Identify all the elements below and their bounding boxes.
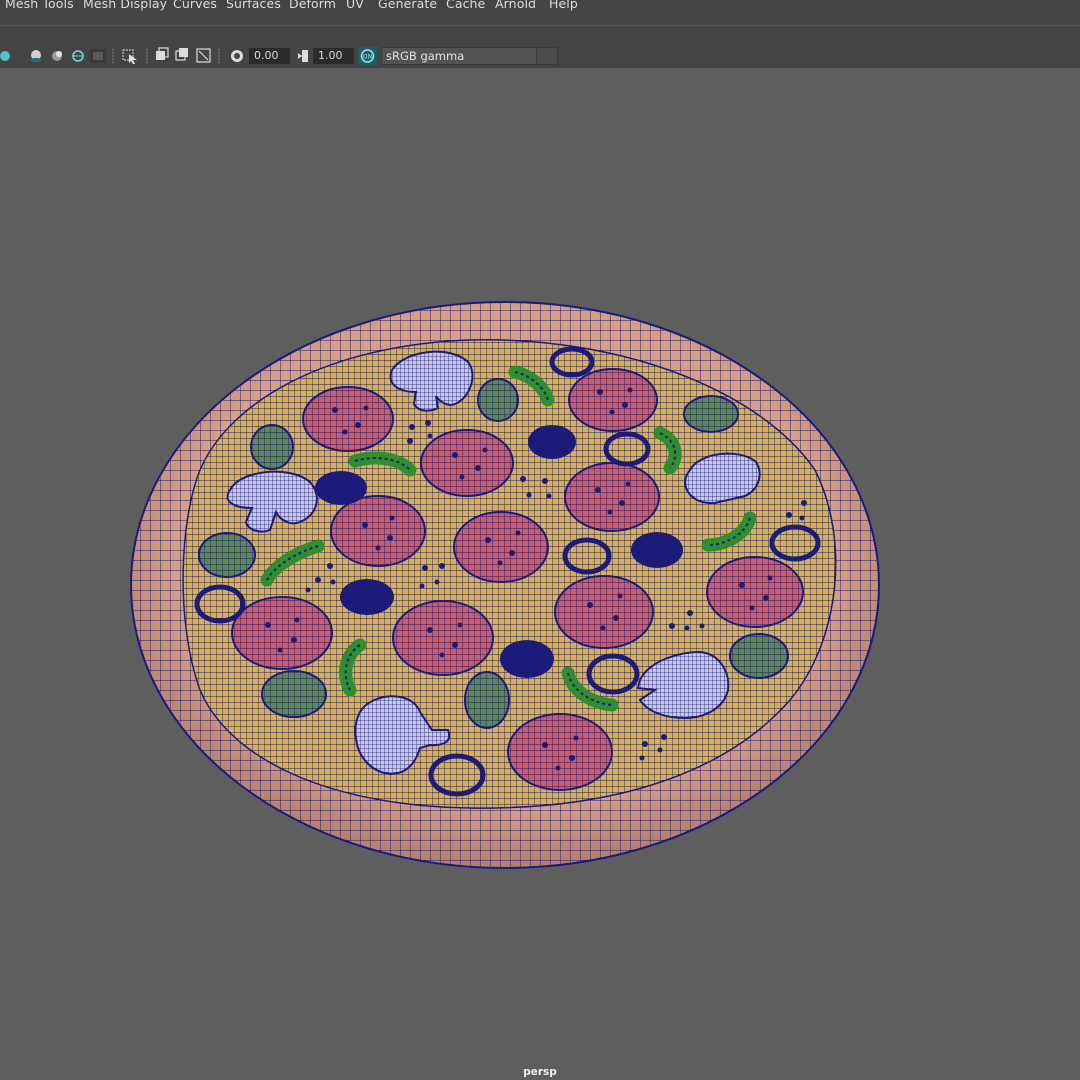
pepperoni-8 (554, 575, 654, 649)
olive-4 (198, 532, 256, 578)
pizza-model[interactable] (0, 0, 1080, 1080)
pepperoni-7 (706, 556, 804, 628)
pepperoni-6 (453, 511, 549, 583)
olive-5 (729, 633, 789, 679)
pepperoni-11 (507, 713, 613, 791)
olive-7 (464, 671, 510, 729)
pepperoni-2 (568, 368, 658, 432)
pepperoni-4 (564, 462, 660, 532)
olive-1 (477, 378, 519, 422)
pepperoni-1 (302, 386, 394, 452)
pepperoni-3 (420, 429, 514, 497)
pepperoni-5 (330, 495, 426, 567)
olive-3 (250, 424, 294, 470)
pepperoni-9 (231, 596, 333, 670)
pepperoni-10 (392, 600, 494, 676)
olive-2 (683, 395, 739, 433)
olive-6 (261, 670, 327, 718)
camera-name-label: persp (523, 1066, 557, 1078)
